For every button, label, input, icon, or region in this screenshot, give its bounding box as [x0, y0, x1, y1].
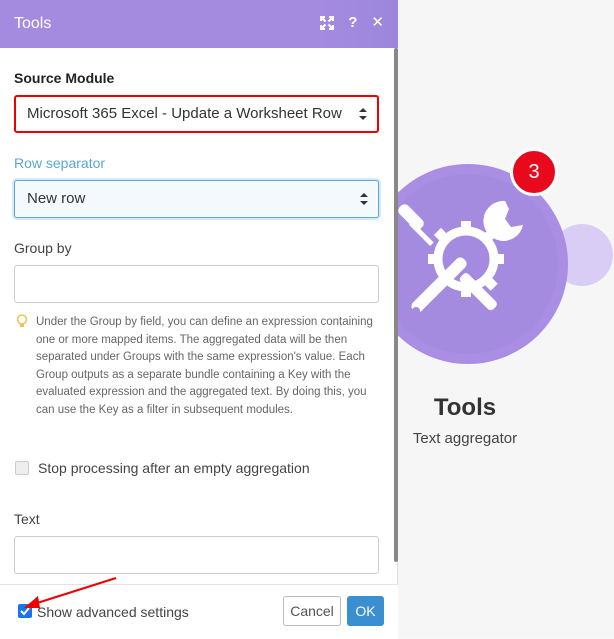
select-caret-icon	[360, 181, 368, 217]
lightbulb-icon	[16, 314, 28, 327]
cancel-button[interactable]: Cancel	[283, 596, 341, 626]
text-label: Text	[14, 511, 40, 527]
panel-header: Tools ? ✕	[0, 0, 398, 48]
panel-title: Tools	[14, 15, 52, 32]
ok-button[interactable]: OK	[347, 596, 384, 626]
expand-icon[interactable]	[320, 16, 335, 30]
source-module-select[interactable]: Microsoft 365 Excel - Update a Worksheet…	[14, 95, 379, 133]
source-module-label: Source Module	[14, 70, 115, 86]
row-separator-label: Row separator	[14, 155, 106, 171]
module-title: Tools	[433, 394, 497, 421]
stop-processing-checkbox[interactable]	[15, 461, 29, 475]
tools-module-node[interactable]	[358, 164, 614, 364]
panel-scrollbar[interactable]	[394, 48, 398, 562]
module-settings-panel: Tools ? ✕ Source Module Microsoft 365 Ex…	[0, 0, 398, 639]
group-by-label: Group by	[14, 240, 72, 256]
help-icon[interactable]: ?	[348, 13, 357, 33]
stop-processing-label: Stop processing after an empty aggregati…	[38, 460, 310, 476]
row-separator-select[interactable]: New row	[14, 180, 379, 218]
text-input[interactable]	[14, 536, 379, 574]
group-by-help: Under the Group by field, you can define…	[16, 314, 376, 419]
group-by-help-text: Under the Group by field, you can define…	[36, 316, 373, 416]
operations-count-badge: 3	[510, 148, 558, 196]
close-icon[interactable]: ✕	[371, 13, 384, 33]
select-caret-icon	[359, 97, 367, 131]
group-by-input[interactable]	[14, 265, 379, 303]
module-subtitle: Text aggregator	[412, 430, 518, 447]
row-separator-value: New row	[27, 190, 86, 207]
annotation-arrow-icon	[24, 577, 117, 608]
wrench-screwdriver-gear-icon	[398, 200, 523, 315]
source-module-value: Microsoft 365 Excel - Update a Worksheet…	[27, 105, 342, 122]
